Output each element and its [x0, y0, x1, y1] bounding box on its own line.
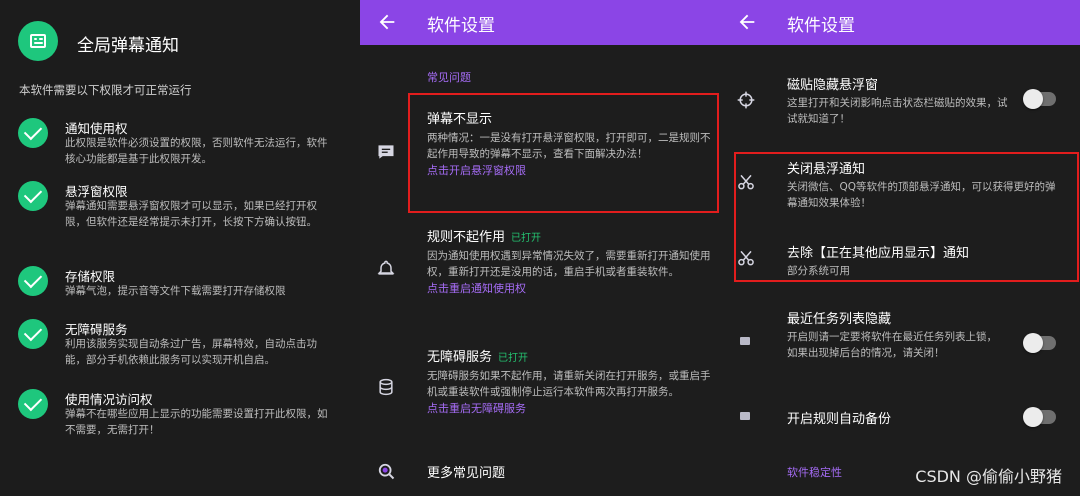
toolbar-title: 软件设置: [427, 16, 495, 36]
toggle-knob: [1023, 333, 1043, 353]
check-circle-icon: [18, 118, 48, 148]
setting-auto-backup-rules[interactable]: 开启规则自动备份: [787, 408, 1057, 427]
faq-desc: 无障碍服务如果不起作用，请重新关闭在打开服务，或重启手机或重装软件或强制停止运行…: [427, 370, 711, 398]
setting-title: 磁贴隐藏悬浮窗: [787, 78, 879, 93]
toolbar-title: 软件设置: [787, 16, 855, 36]
back-arrow-icon[interactable]: [736, 11, 758, 33]
app-title: 全局弹幕通知: [77, 36, 179, 56]
toolbar: 软件设置: [720, 0, 1080, 45]
setting-desc: 这里打开和关闭影响点击状态栏磁贴的效果，试试就知道了！: [787, 97, 1008, 125]
crosshair-icon: [737, 91, 755, 109]
restart-accessibility-link[interactable]: 点击重启无障碍服务: [427, 400, 711, 417]
restart-notification-access-link[interactable]: 点击重启通知使用权: [427, 280, 711, 297]
setting-tile-hide-overlay[interactable]: 磁贴隐藏悬浮窗 这里打开和关闭影响点击状态栏磁贴的效果，试试就知道了！: [787, 74, 1057, 127]
section-header-stability: 软件稳定性: [787, 466, 842, 479]
faq-title-row: 无障碍服务 已打开: [427, 346, 711, 365]
permission-desc: 弹幕通知需要悬浮窗权限才可以显示，如果已经打开权限，但软件还是经常提示未打开，长…: [65, 200, 317, 228]
check-circle-icon: [18, 266, 48, 296]
app-logo-icon: [18, 21, 58, 61]
toggle-switch-tile-hide-overlay[interactable]: [1023, 89, 1056, 109]
setting-title: 开启规则自动备份: [787, 412, 892, 427]
faq-item-accessibility-service[interactable]: 无障碍服务 已打开 无障碍服务如果不起作用，请重新关闭在打开服务，或重启手机或重装…: [427, 346, 711, 417]
toggle-switch-hide-recent-tasks[interactable]: [1023, 333, 1056, 353]
highlight-box: [734, 152, 1079, 282]
faq-settings-panel: 软件设置 常见问题 弹幕不显示 两种情况：一是没有打开悬浮窗权限，打开即可，二是…: [360, 0, 720, 496]
faq-title: 规则不起作用: [427, 230, 506, 245]
faq-item-rules-not-working[interactable]: 规则不起作用 已打开 因为通知使用权遇到异常情况失效了，需要重新打开通知使用权，重…: [427, 226, 711, 297]
toggle-knob: [1023, 89, 1043, 109]
setting-desc: 开启则请一定要将软件在最近任务列表上锁，如果出现掉后台的情况，请关闭！: [787, 331, 997, 359]
status-badge: 已打开: [511, 233, 542, 244]
bell-icon: [377, 260, 395, 275]
square-icon: [740, 412, 750, 420]
section-header-faq: 常见问题: [427, 71, 471, 84]
square-icon: [740, 337, 750, 345]
database-icon: [379, 378, 393, 396]
highlight-box: [408, 93, 719, 213]
faq-title-row: 规则不起作用 已打开: [427, 226, 711, 245]
setting-title: 最近任务列表隐藏: [787, 312, 892, 327]
check-circle-icon: [18, 319, 48, 349]
permissions-intro: 本软件需要以下权限才可正常运行: [19, 83, 192, 97]
faq-title: 更多常见问题: [427, 466, 506, 481]
status-badge: 已打开: [498, 353, 529, 364]
back-arrow-icon[interactable]: [376, 11, 398, 33]
faq-title: 无障碍服务: [427, 350, 493, 365]
search-icon: [378, 463, 395, 480]
app-settings-panel: 软件设置 磁贴隐藏悬浮窗 这里打开和关闭影响点击状态栏磁贴的效果，试试就知道了！…: [720, 0, 1080, 496]
danmaku-message-icon: [378, 145, 394, 159]
permission-desc: 弹幕不在哪些应用上显示的功能需要设置打开此权限，如不需要，无需打开！: [65, 408, 328, 436]
permission-desc: 利用该服务实现自动条过广告，屏幕特效，自动点击功能，部分手机依赖此服务可以实现开…: [65, 338, 317, 366]
faq-item-more-questions[interactable]: 更多常见问题: [427, 462, 711, 481]
permission-desc: 此权限是软件必须设置的权限，否则软件无法运行，软件核心功能都是基于此权限开发。: [65, 137, 328, 165]
check-circle-icon: [18, 181, 48, 211]
toolbar: 软件设置: [360, 0, 720, 45]
watermark: CSDN @偷偷小野猪: [915, 467, 1062, 486]
toggle-switch-auto-backup[interactable]: [1023, 407, 1056, 427]
faq-desc: 因为通知使用权遇到异常情况失效了，需要重新打开通知使用权，重新打开还是没用的话，…: [427, 250, 711, 278]
setting-hide-recent-tasks[interactable]: 最近任务列表隐藏 开启则请一定要将软件在最近任务列表上锁，如果出现掉后台的情况，…: [787, 308, 1057, 361]
permissions-panel: 全局弹幕通知 本软件需要以下权限才可正常运行 通知使用权 此权限是软件必须设置的…: [0, 0, 360, 496]
check-circle-icon: [18, 389, 48, 419]
permission-desc: 弹幕气泡，提示音等文件下载需要打开存储权限: [65, 285, 286, 297]
toggle-knob: [1023, 407, 1043, 427]
